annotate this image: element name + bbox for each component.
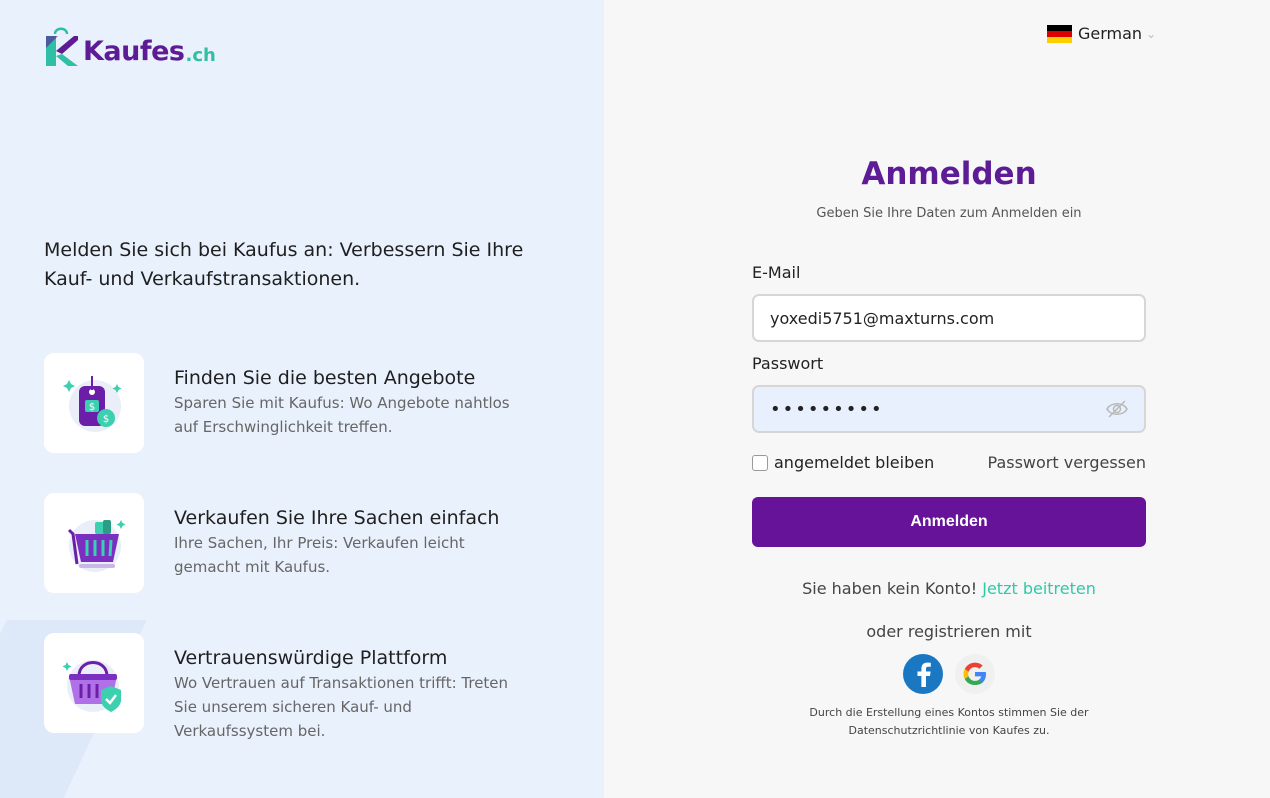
password-field[interactable]: ••••••••• (752, 385, 1146, 433)
remember-checkbox[interactable] (752, 454, 768, 471)
language-selector[interactable]: German ⌄ (1047, 24, 1156, 43)
left-panel: Kaufes .ch Melden Sie sich bei Kaufus an… (0, 0, 604, 798)
google-login-button[interactable] (955, 654, 995, 694)
password-label: Passwort (752, 354, 824, 373)
facebook-icon (917, 662, 931, 687)
brand-name: Kaufes (83, 36, 185, 67)
remember-me[interactable]: angemeldet bleiben (752, 453, 934, 472)
facebook-login-button[interactable] (903, 654, 943, 694)
feature-sell: Verkaufen Sie Ihre Sachen einfach Ihre S… (44, 493, 564, 593)
signup-prompt: Sie haben kein Konto! Jetzt beitreten (752, 579, 1146, 598)
login-form: Anmelden Geben Sie Ihre Daten zum Anmeld… (752, 150, 1146, 740)
svg-text:$: $ (89, 402, 95, 413)
eye-slash-icon[interactable] (1106, 400, 1128, 418)
email-value: yoxedi5751@maxturns.com (770, 308, 995, 328)
brand-tld: .ch (185, 45, 216, 66)
brand-logo[interactable]: Kaufes .ch (44, 24, 216, 68)
chevron-down-icon: ⌄ (1146, 26, 1157, 41)
feature-title: Verkaufen Sie Ihre Sachen einfach (174, 507, 500, 529)
language-label: German (1078, 24, 1143, 43)
page-subtitle: Geben Sie Ihre Daten zum Anmelden ein (816, 206, 1082, 221)
join-now-link[interactable]: Jetzt beitreten (982, 579, 1096, 598)
or-register-text: oder registrieren mit (866, 622, 1032, 641)
price-tag-icon: $ $ (44, 353, 144, 453)
google-icon (963, 662, 986, 685)
feature-description: Ihre Sachen, Ihr Preis: Verkaufen leicht… (174, 534, 465, 576)
no-account-text: Sie haben kein Konto! (802, 579, 978, 598)
feature-description: Sparen Sie mit Kaufus: Wo Angebote nahtl… (174, 394, 510, 436)
feature-trust: Vertrauenswürdige Plattform Wo Vertrauen… (44, 633, 564, 743)
remember-label: angemeldet bleiben (774, 453, 935, 472)
feature-deals: $ $ Finden Sie die besten Angebote Spare… (44, 353, 564, 453)
social-login (752, 654, 1146, 694)
terms-line: Durch die Erstellung eines Kontos stimme… (809, 706, 1089, 719)
email-field[interactable]: yoxedi5751@maxturns.com (752, 294, 1146, 342)
feature-title: Vertrauenswürdige Plattform (174, 647, 448, 669)
forgot-password-link[interactable]: Passwort vergessen (988, 453, 1146, 472)
feature-title: Finden Sie die besten Angebote (174, 367, 476, 389)
terms-line: Datenschutzrichtlinie von Kaufes zu. (848, 724, 1050, 737)
shopping-basket-icon (44, 493, 144, 593)
login-button[interactable]: Anmelden (752, 497, 1146, 547)
secure-basket-icon (44, 633, 144, 733)
german-flag-icon (1047, 24, 1072, 43)
terms-text: Durch die Erstellung eines Kontos stimme… (752, 704, 1146, 740)
page-title: Anmelden (861, 156, 1037, 192)
feature-description: Wo Vertrauen auf Transaktionen trifft: T… (174, 674, 509, 740)
tagline: Melden Sie sich bei Kaufus an: Verbesser… (44, 239, 524, 290)
password-value: ••••••••• (770, 398, 884, 420)
email-label: E-Mail (752, 263, 801, 282)
svg-text:$: $ (103, 414, 109, 425)
shopping-bag-logo-icon (46, 27, 78, 66)
